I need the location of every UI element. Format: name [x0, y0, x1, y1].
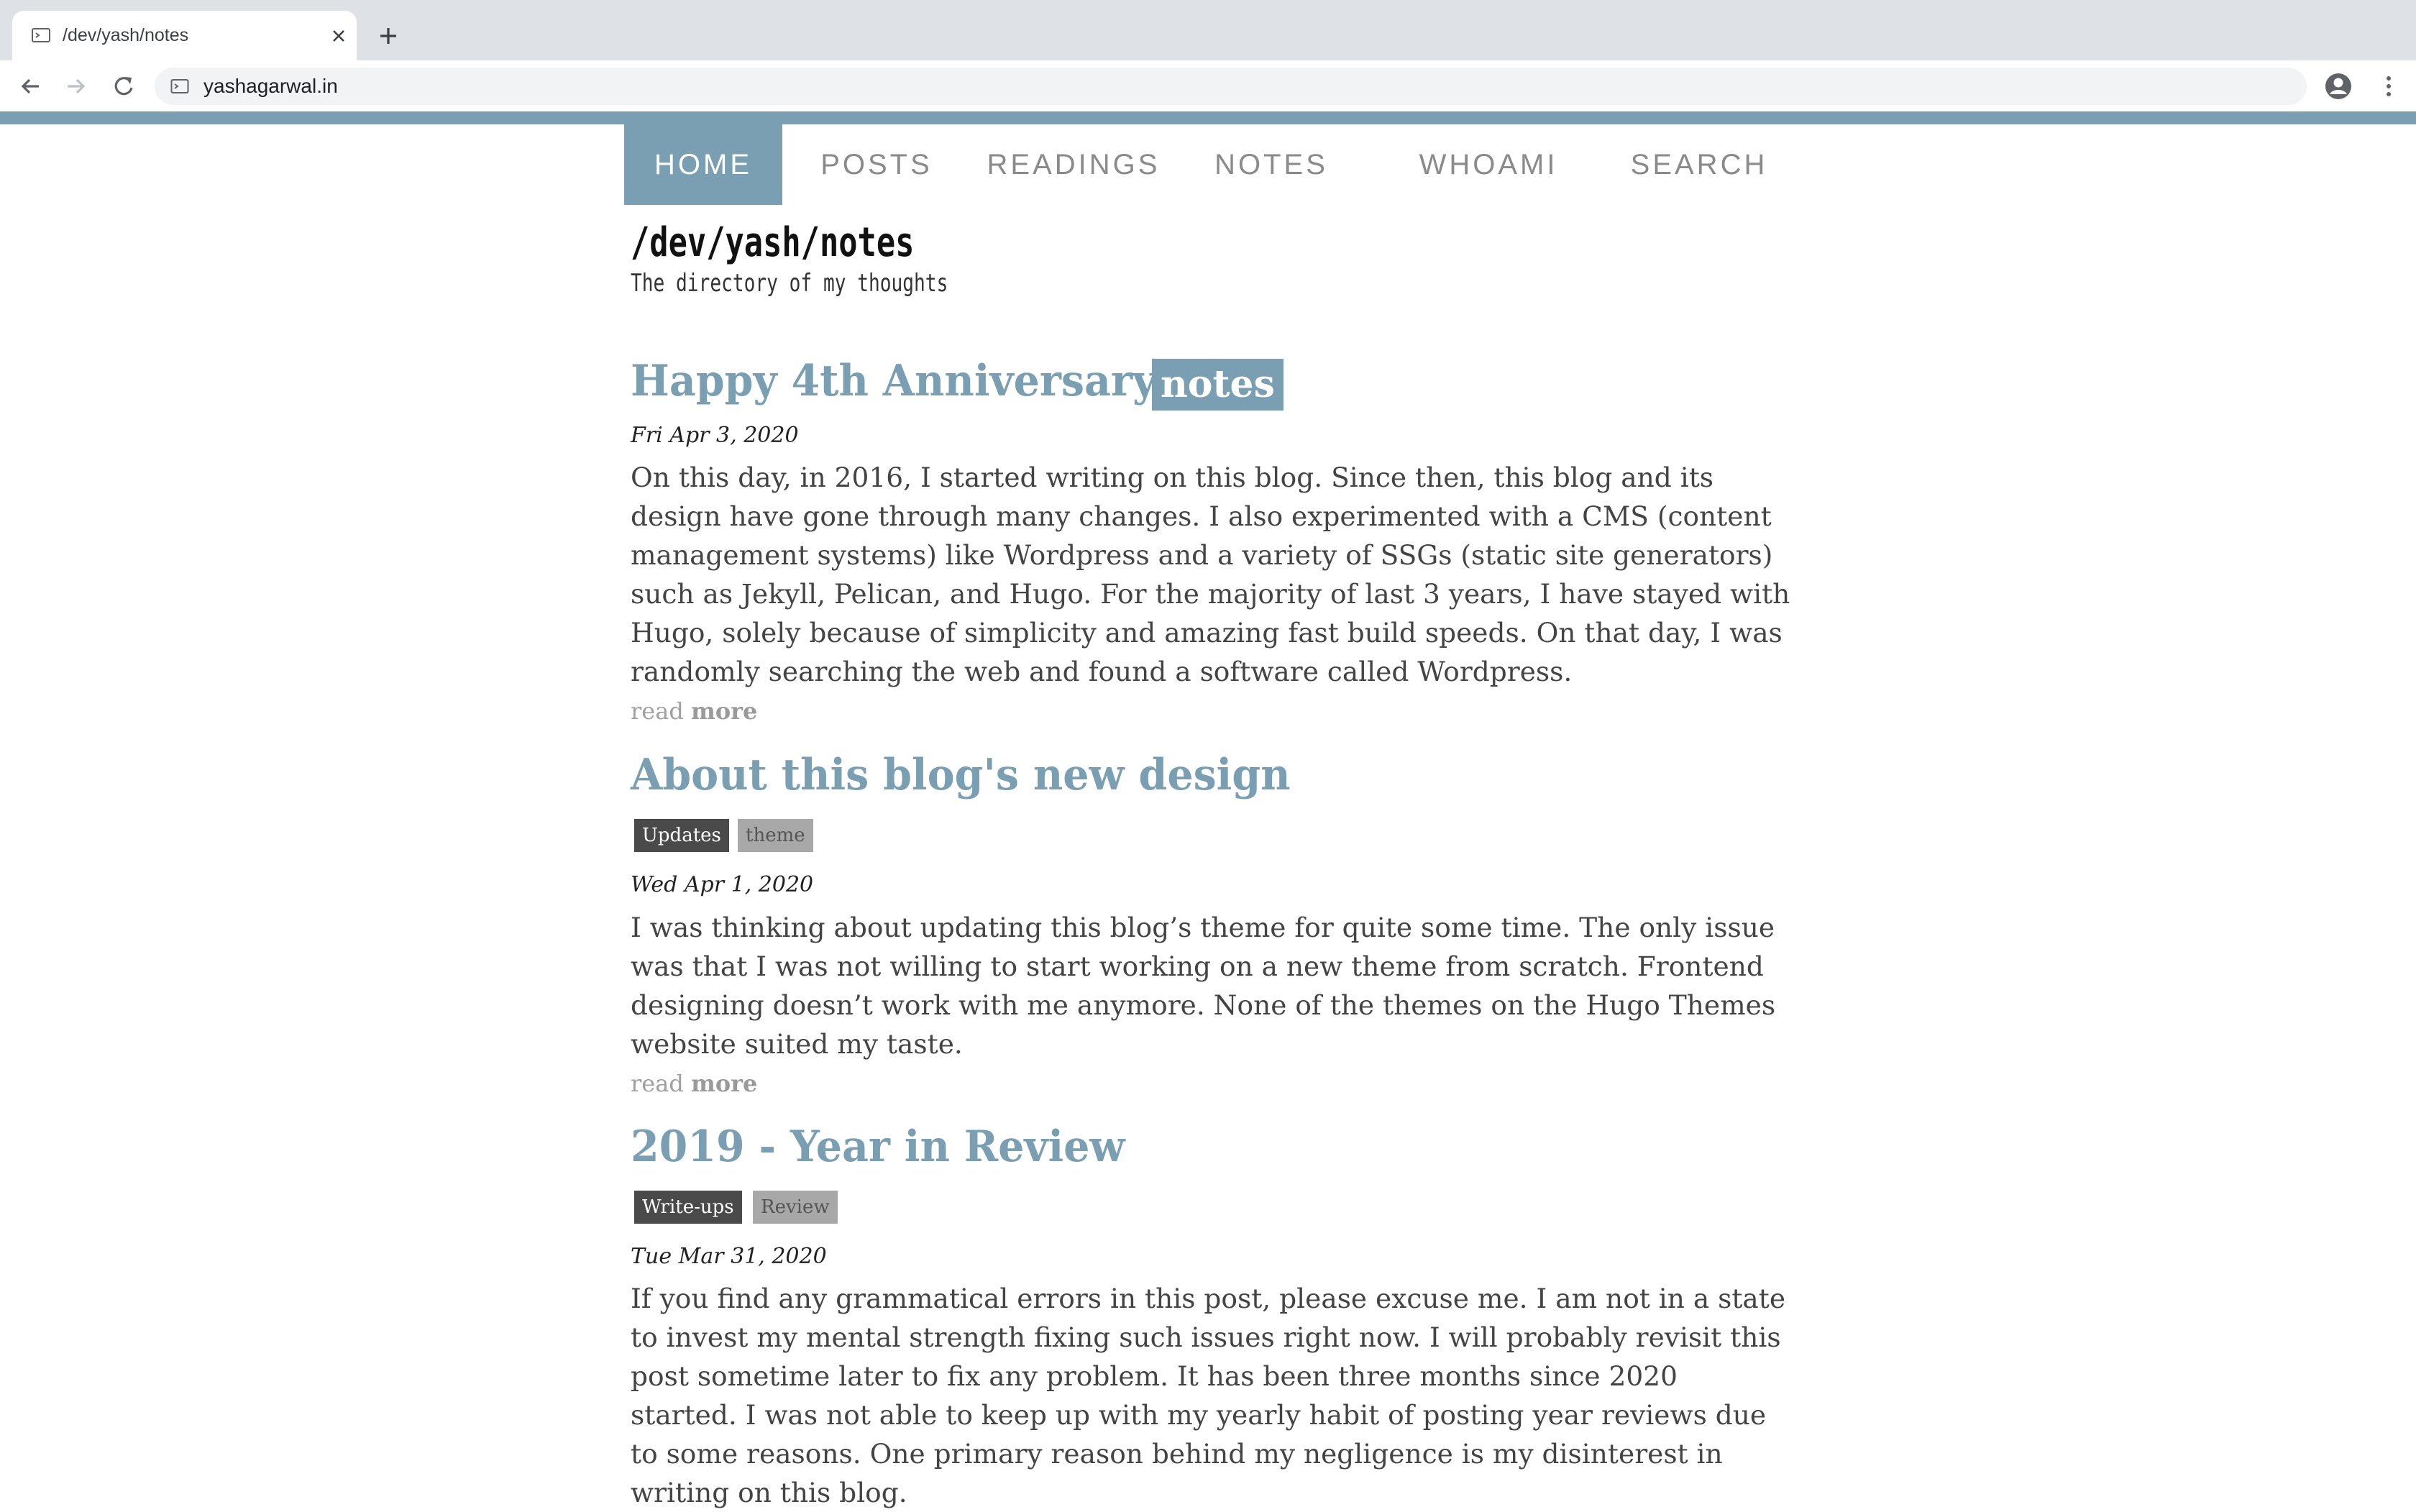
post-title[interactable]: 2019 - Year in Review — [631, 1122, 1125, 1172]
nav-search[interactable]: SEARCH — [1616, 124, 1782, 205]
nav-notes[interactable]: NOTES — [1199, 124, 1343, 205]
read-more-link[interactable]: read more — [631, 697, 757, 725]
forward-icon[interactable] — [60, 70, 92, 102]
browser-toolbar: yashagarwal.in — [0, 60, 2416, 111]
read-more-link[interactable]: read more — [631, 1070, 757, 1097]
nav-readings[interactable]: READINGS — [976, 124, 1171, 205]
back-icon[interactable] — [14, 70, 46, 102]
site-subtitle: The directory of my thoughts — [631, 269, 948, 298]
post-date: Wed Apr 1, 2020 — [631, 872, 814, 897]
browser-menu-icon[interactable] — [2373, 70, 2404, 102]
nav-posts[interactable]: POSTS — [808, 124, 945, 205]
tag-review[interactable]: Review — [753, 1191, 838, 1224]
close-tab-icon[interactable] — [328, 25, 349, 47]
post-excerpt: I was thinking about updating this blog’… — [631, 912, 1776, 1060]
post-excerpt: On this day, in 2016, I started writing … — [631, 462, 1790, 687]
tag-updates[interactable]: Updates — [634, 819, 729, 852]
profile-icon[interactable] — [2323, 70, 2354, 102]
tag-write-ups[interactable]: Write-ups — [634, 1191, 742, 1224]
address-bar[interactable]: yashagarwal.in — [155, 68, 2307, 105]
new-tab-icon[interactable] — [374, 22, 403, 50]
url-text[interactable]: yashagarwal.in — [203, 68, 338, 105]
nav-whoami[interactable]: WHOAMI — [1409, 124, 1568, 205]
read-more-label[interactable]: more — [691, 697, 757, 725]
site-accent-bar — [0, 111, 2416, 124]
nav-home[interactable]: HOME — [624, 124, 782, 205]
terminal-favicon-icon — [32, 28, 50, 42]
post-title[interactable]: About this blog's new design — [631, 750, 1291, 800]
post-title[interactable]: Happy 4th Anniversary!! — [631, 356, 1192, 406]
post-excerpt: If you find any grammatical errors in th… — [631, 1283, 1786, 1508]
read-more-prefix: read — [631, 1070, 684, 1097]
browser-tab[interactable]: /dev/yash/notes — [12, 11, 357, 60]
site-title[interactable]: /dev/yash/notes — [631, 219, 914, 266]
post-date: Fri Apr 3, 2020 — [631, 423, 799, 448]
reload-icon[interactable] — [108, 70, 139, 102]
read-more-label[interactable]: more — [691, 1070, 757, 1097]
category-badge[interactable]: notes — [1152, 359, 1284, 411]
post-date: Tue Mar 31, 2020 — [631, 1244, 827, 1269]
tag-theme[interactable]: theme — [738, 819, 813, 852]
tab-title: /dev/yash/notes — [63, 25, 189, 45]
read-more-prefix: read — [631, 697, 684, 725]
browser-tabstrip: /dev/yash/notes — [0, 0, 2416, 60]
site-info-icon[interactable] — [170, 78, 189, 94]
